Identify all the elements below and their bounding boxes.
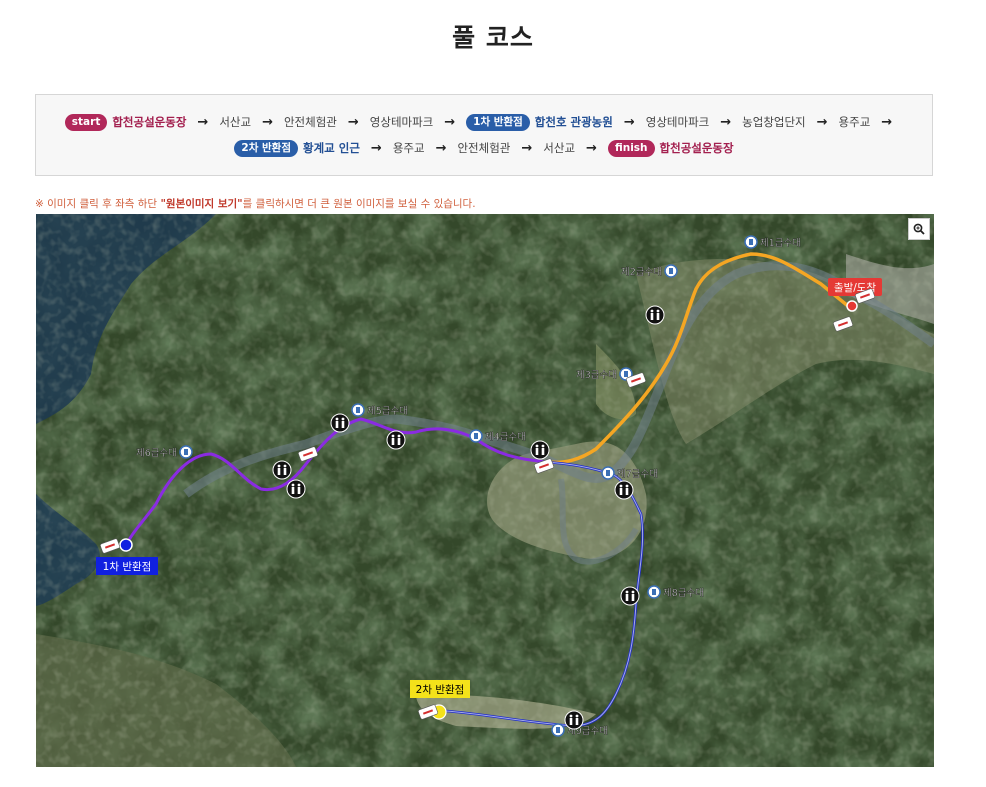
- water-station-marker[interactable]: 제7급수대: [601, 466, 658, 480]
- route-stop: 서산교: [219, 115, 252, 129]
- toilet-icon: [386, 430, 406, 450]
- route-stop: 안전체험관: [283, 115, 337, 129]
- toilet-icon: [286, 479, 306, 499]
- route-arrow: →: [370, 140, 382, 156]
- toilet-icon: [330, 413, 350, 433]
- route-arrow: →: [435, 140, 447, 156]
- water-station-marker[interactable]: 제6급수대: [136, 445, 193, 459]
- notice-highlight: "원본이미지 보기": [160, 198, 243, 210]
- route-arrow: →: [444, 114, 456, 130]
- route-arrow: →: [262, 114, 273, 130]
- water-station-label: 제7급수대: [617, 469, 658, 480]
- toilet-icon: [614, 480, 634, 500]
- route-arrow: →: [623, 114, 635, 130]
- route-badge: start: [64, 113, 108, 131]
- water-station-marker[interactable]: 제2급수대: [621, 264, 678, 278]
- route-arrow: →: [347, 114, 359, 130]
- route-arrow: →: [881, 114, 893, 130]
- zoom-in-button[interactable]: [908, 218, 930, 240]
- toilet-icon: [272, 460, 292, 480]
- water-station-marker[interactable]: 제4급수대: [469, 429, 526, 443]
- water-station-marker[interactable]: 제8급수대: [647, 585, 704, 599]
- route-stop: 용주교: [838, 115, 871, 129]
- water-station-label: 제4급수대: [485, 432, 526, 443]
- route-badge: finish: [607, 139, 655, 157]
- water-station-label: 제2급수대: [621, 267, 662, 278]
- route-stop: 용주교: [392, 141, 425, 155]
- toilet-icon: [645, 305, 665, 325]
- water-station-label: 제1급수대: [760, 238, 801, 249]
- notice-prefix: ※ 이미지 클릭 후 좌측 하단: [35, 198, 161, 210]
- water-station-label: 제6급수대: [136, 448, 177, 459]
- water-station-marker[interactable]: 제3급수대: [576, 367, 633, 381]
- route-stop: 농업창업단지: [742, 115, 806, 129]
- turn2-label: 2차 반환점: [416, 684, 465, 696]
- route-stop: 합천공설운동장: [112, 115, 187, 129]
- toilet-icon: [530, 440, 550, 460]
- route-line-1: start 합천공설운동장 → 서산교 → 안전체험관 → 영상테마파크 → 1차 반환점 합천호 …: [64, 113, 903, 131]
- water-station-label: 제5급수대: [367, 406, 408, 417]
- course-route-box: start 합천공설운동장 → 서산교 → 안전체험관 → 영상테마파크 → 1차 반환점 합천호 …: [35, 94, 933, 176]
- route-badge: 1차 반환점: [466, 113, 530, 131]
- route-stop: 영상테마파크: [369, 115, 434, 129]
- toilet-icon: [620, 586, 640, 606]
- water-station-marker[interactable]: 제1급수대: [744, 235, 801, 249]
- image-notice: ※ 이미지 클릭 후 좌측 하단 "원본이미지 보기"를 클릭하시면 더 큰 원…: [35, 196, 476, 211]
- toilet-icon: [564, 710, 584, 730]
- water-station-marker[interactable]: 제5급수대: [351, 403, 408, 417]
- route-stop: 영상테마파크: [645, 115, 710, 129]
- zoom-in-icon: [913, 223, 925, 235]
- route-stop: 서산교: [543, 141, 576, 155]
- page-title: 풀 코스: [452, 23, 534, 52]
- route-stop: 합천공설운동장: [659, 141, 734, 155]
- route-arrow: →: [720, 114, 732, 130]
- route-stop: 안전체험관: [457, 141, 511, 155]
- notice-suffix: 를 클릭하시면 더 큰 원본 이미지를 보실 수 있습니다.: [242, 198, 476, 210]
- route-arrow: →: [197, 114, 209, 130]
- route-arrow: →: [816, 114, 828, 130]
- route-stop: 황계교 인근: [303, 141, 360, 155]
- route-badge: 2차 반환점: [234, 139, 298, 157]
- course-map[interactable]: 출발/도착 1차 반환점 2차 반환점 제1급수대 제2급수대 제3급수대 제4급수대…: [36, 214, 934, 767]
- route-line-2: 2차 반환점 황계교 인근 → 용주교 → 안전체험관 → 서산교 → finish 합천공설운동장: [234, 139, 734, 157]
- water-station-label: 제8급수대: [663, 588, 704, 599]
- turn1-label: 1차 반환점: [103, 561, 152, 573]
- satellite-map: 출발/도착 1차 반환점 2차 반환점 제1급수대제2급수대제3급수대제4급수대…: [36, 214, 934, 767]
- route-arrow: →: [521, 140, 533, 156]
- route-arrow: →: [586, 140, 597, 156]
- route-stop: 합천호 관광농원: [534, 115, 613, 129]
- water-station-label: 제3급수대: [576, 370, 617, 381]
